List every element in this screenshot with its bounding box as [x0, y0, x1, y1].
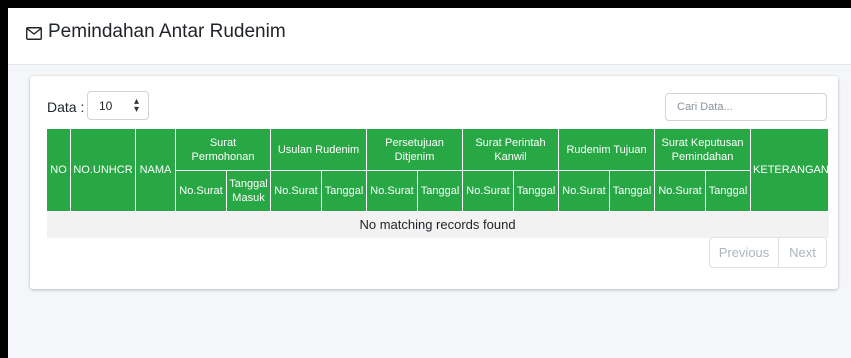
column-header-tanggal[interactable]: Tanggal: [609, 170, 656, 212]
column-header-tanggal[interactable]: Tanggal: [705, 170, 752, 212]
column-header-tanggal[interactable]: Tanggal: [417, 170, 464, 212]
page-size-select[interactable]: 10 ▴ ▾: [87, 91, 149, 120]
next-page-button[interactable]: Next: [779, 238, 826, 267]
column-header-tanggal[interactable]: Tanggal: [320, 170, 368, 212]
column-group-persetujuan-ditjenim: Persetujuan Ditjenim: [366, 127, 464, 172]
column-header-no-surat[interactable]: No.Surat: [558, 170, 611, 212]
column-header-keterangan[interactable]: KETERANGAN: [750, 128, 830, 212]
previous-page-button[interactable]: Previous: [710, 238, 779, 267]
column-header-no-surat[interactable]: No.Surat: [270, 170, 322, 212]
column-header-unhcr[interactable]: NO.UNHCR: [70, 128, 136, 212]
column-group-surat-permohonan: Surat Permohonan: [175, 127, 271, 172]
column-header-tanggal[interactable]: Tanggal: [513, 170, 560, 212]
page-header: Pemindahan Antar Rudenim: [8, 8, 851, 65]
page-title: Pemindahan Antar Rudenim: [48, 21, 286, 42]
page-size-label: Data :: [47, 99, 85, 115]
search-input[interactable]: Cari Data...: [665, 93, 827, 121]
data-table: NO NO.UNHCR NAMA Surat Permohonan Usulan…: [46, 127, 830, 238]
column-header-nama[interactable]: NAMA: [135, 128, 176, 212]
data-card: Data : 10 ▴ ▾ Cari Data... NO NO.UNHCR NA…: [30, 76, 838, 289]
pagination: Previous Next: [709, 237, 827, 268]
column-header-no-surat[interactable]: No.Surat: [462, 170, 515, 212]
envelope-icon: [26, 27, 42, 45]
page-size-value: 10: [99, 99, 113, 113]
page: Pemindahan Antar Rudenim Data : 10 ▴ ▾ Ca…: [8, 8, 851, 358]
column-group-rudenim-tujuan: Rudenim Tujuan: [558, 127, 656, 172]
column-header-no[interactable]: NO: [46, 128, 71, 212]
column-group-surat-perintah-kanwil: Surat Perintah Kanwil: [462, 127, 560, 172]
column-header-tanggal-masuk[interactable]: Tanggal Masuk: [226, 170, 271, 212]
column-group-surat-keputusan-pemindahan: Surat Keputusan Pemindahan: [654, 127, 752, 172]
column-header-no-surat[interactable]: No.Surat: [175, 170, 227, 212]
column-header-no-surat[interactable]: No.Surat: [654, 170, 707, 212]
column-header-no-surat[interactable]: No.Surat: [366, 170, 419, 212]
column-group-usulan-rudenim: Usulan Rudenim: [269, 127, 368, 172]
select-arrows-icon: ▴ ▾: [133, 96, 139, 115]
empty-table-message: No matching records found: [46, 211, 829, 238]
